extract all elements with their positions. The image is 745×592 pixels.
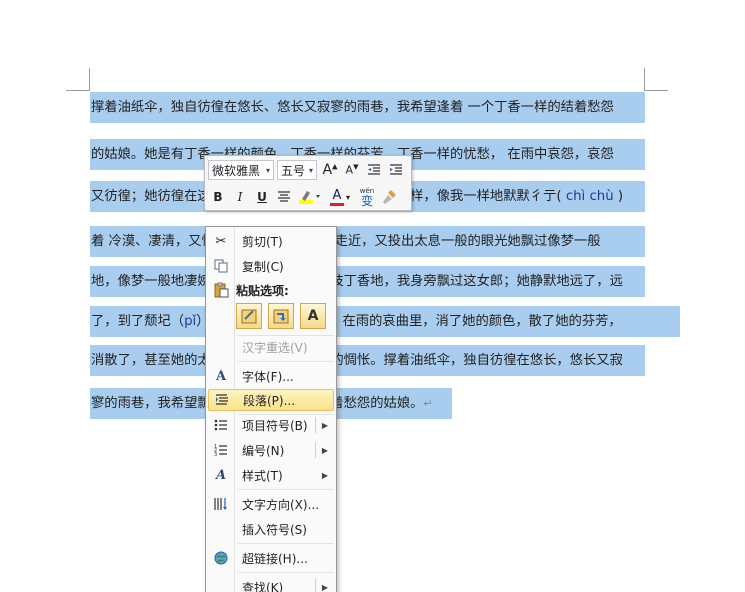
pinyin-annotation: chì chù xyxy=(565,189,614,204)
bold-button[interactable]: B xyxy=(208,187,228,207)
shrink-font-button[interactable]: A▼ xyxy=(342,160,362,180)
crop-mark-left-vertical xyxy=(89,68,90,90)
menu-item-insert-symbol[interactable]: 插入符号(S) xyxy=(208,518,334,540)
text-line[interactable]: 了，到了颓圮（pǐ）的篱墙，走尽这雨巷。在雨的哀曲里，消了她的颜色，散了她的芬芳… xyxy=(90,306,680,337)
font-color-icon: A xyxy=(329,189,344,206)
chevron-down-icon: ▾ xyxy=(265,165,270,175)
text-direction-icon xyxy=(208,493,234,515)
paragraph-icon xyxy=(209,389,235,411)
clipboard-icon xyxy=(208,279,234,301)
underline-icon: U xyxy=(257,190,267,204)
grow-font-button[interactable]: A▲ xyxy=(320,160,340,180)
submenu-arrow-icon: ▶ xyxy=(321,582,328,592)
paste-text-only-button[interactable]: A xyxy=(300,303,326,329)
paste-merge-icon xyxy=(273,309,289,324)
menu-item-text-direction[interactable]: 文字方向(X)... xyxy=(208,493,334,515)
submenu-arrow-icon: ▶ xyxy=(321,420,328,430)
text-line[interactable]: 消散了，甚至她的太息般的眼光，丁香般的惆怅。撑着油纸伞，独自彷徨在悠长，悠长又寂 xyxy=(90,345,645,376)
paste-keep-source-formatting-button[interactable] xyxy=(236,303,262,329)
text-line[interactable]: 撑着油纸伞，独自彷徨在悠长、悠长又寂寥的雨巷，我希望逢着 一个丁香一样的结着愁怨 xyxy=(90,92,645,123)
shrink-font-icon: A▼ xyxy=(345,163,359,177)
format-painter-button[interactable] xyxy=(380,187,400,207)
font-color-button[interactable]: A ▾ xyxy=(326,187,354,207)
paragraph-mark: ↵ xyxy=(423,397,433,410)
menu-item-styles[interactable]: A 样式(T) ▶ xyxy=(208,464,334,486)
italic-icon: I xyxy=(237,190,243,204)
menu-item-cut[interactable]: ✂ 剪切(T) xyxy=(208,230,334,252)
mini-toolbar: 微软雅黑 ▾ 五号 ▾ A▲ A▼ B I U A ▾ wén 变 xyxy=(204,155,412,211)
font-name-combo[interactable]: 微软雅黑 ▾ xyxy=(208,160,274,180)
crop-mark-right-vertical xyxy=(644,68,645,90)
menu-item-paragraph[interactable]: 段落(P)... xyxy=(208,389,334,411)
grow-font-icon: A▲ xyxy=(322,162,338,178)
menu-separator xyxy=(238,543,334,544)
center-align-button[interactable] xyxy=(274,187,294,207)
menu-separator xyxy=(238,489,334,490)
decrease-indent-button[interactable] xyxy=(364,160,384,180)
paste-merge-formatting-button[interactable] xyxy=(268,303,294,329)
decrease-indent-icon xyxy=(368,164,380,175)
submenu-arrow-icon: ▶ xyxy=(321,470,328,480)
mini-toolbar-row-2: B I U A ▾ wén 变 xyxy=(208,186,402,208)
font-icon: A xyxy=(215,368,227,384)
font-size-combo[interactable]: 五号 ▾ xyxy=(277,160,317,180)
pinyin-annotation: pǐ xyxy=(184,314,197,329)
copy-icon xyxy=(208,255,234,277)
hyperlink-icon xyxy=(208,547,234,569)
styles-icon: A xyxy=(215,467,227,483)
text-only-icon: A xyxy=(307,308,319,324)
highlighter-icon xyxy=(299,191,320,204)
italic-button[interactable]: I xyxy=(230,187,250,207)
format-painter-icon xyxy=(383,190,396,204)
menu-separator xyxy=(238,572,334,573)
context-menu: ✂ 剪切(T) 复制(C) 粘贴选项: A 汉字重选(V) A 字体(F)... xyxy=(205,226,337,592)
text-line[interactable]: 着 冷漠、凄清，又惆怅。她静默地走近、走近，又投出太息一般的眼光她飘过像梦一般 xyxy=(90,226,645,257)
chevron-down-icon: ▾ xyxy=(308,165,313,175)
highlight-button[interactable] xyxy=(296,187,324,207)
paste-options: A xyxy=(236,303,326,329)
numbering-icon: 123 xyxy=(208,439,234,461)
paste-keep-format-icon xyxy=(241,309,257,324)
menu-item-hyperlink[interactable]: 超链接(H)... xyxy=(208,547,334,569)
mini-toolbar-row-1: 微软雅黑 ▾ 五号 ▾ A▲ A▼ xyxy=(208,159,408,181)
menu-item-find[interactable]: 查找(K) ▶ xyxy=(208,576,334,592)
underline-button[interactable]: U xyxy=(252,187,272,207)
crop-mark-right-horizontal xyxy=(644,90,668,91)
paste-options-header: 粘贴选项: xyxy=(236,284,289,298)
submenu-arrow-icon: ▶ xyxy=(321,445,328,455)
increase-indent-icon xyxy=(390,164,402,175)
menu-item-font[interactable]: A 字体(F)... xyxy=(208,365,334,387)
center-align-icon xyxy=(278,191,290,202)
phonetic-guide-icon: wén 变 xyxy=(359,186,375,208)
menu-item-bullets[interactable]: 项目符号(B) ▶ xyxy=(208,414,334,436)
increase-indent-button[interactable] xyxy=(386,160,406,180)
menu-item-numbering[interactable]: 123 编号(N) ▶ xyxy=(208,439,334,461)
svg-text:3: 3 xyxy=(214,452,217,457)
bullets-icon xyxy=(208,414,234,436)
chevron-down-icon: ▾ xyxy=(345,192,350,202)
menu-item-reconvert[interactable]: 汉字重选(V) xyxy=(208,336,334,358)
text-line[interactable]: 地，像梦一般地凄婉迷茫。像梦中飘过一枝丁香地，我身旁飘过这女郎；她静默地远了，远 xyxy=(90,266,645,297)
menu-separator xyxy=(238,361,334,362)
bold-icon: B xyxy=(213,190,223,204)
phonetic-guide-button[interactable]: wén 变 xyxy=(356,187,378,207)
menu-item-copy[interactable]: 复制(C) xyxy=(208,255,334,277)
crop-mark-left-horizontal xyxy=(66,90,90,91)
scissors-icon: ✂ xyxy=(215,233,227,249)
